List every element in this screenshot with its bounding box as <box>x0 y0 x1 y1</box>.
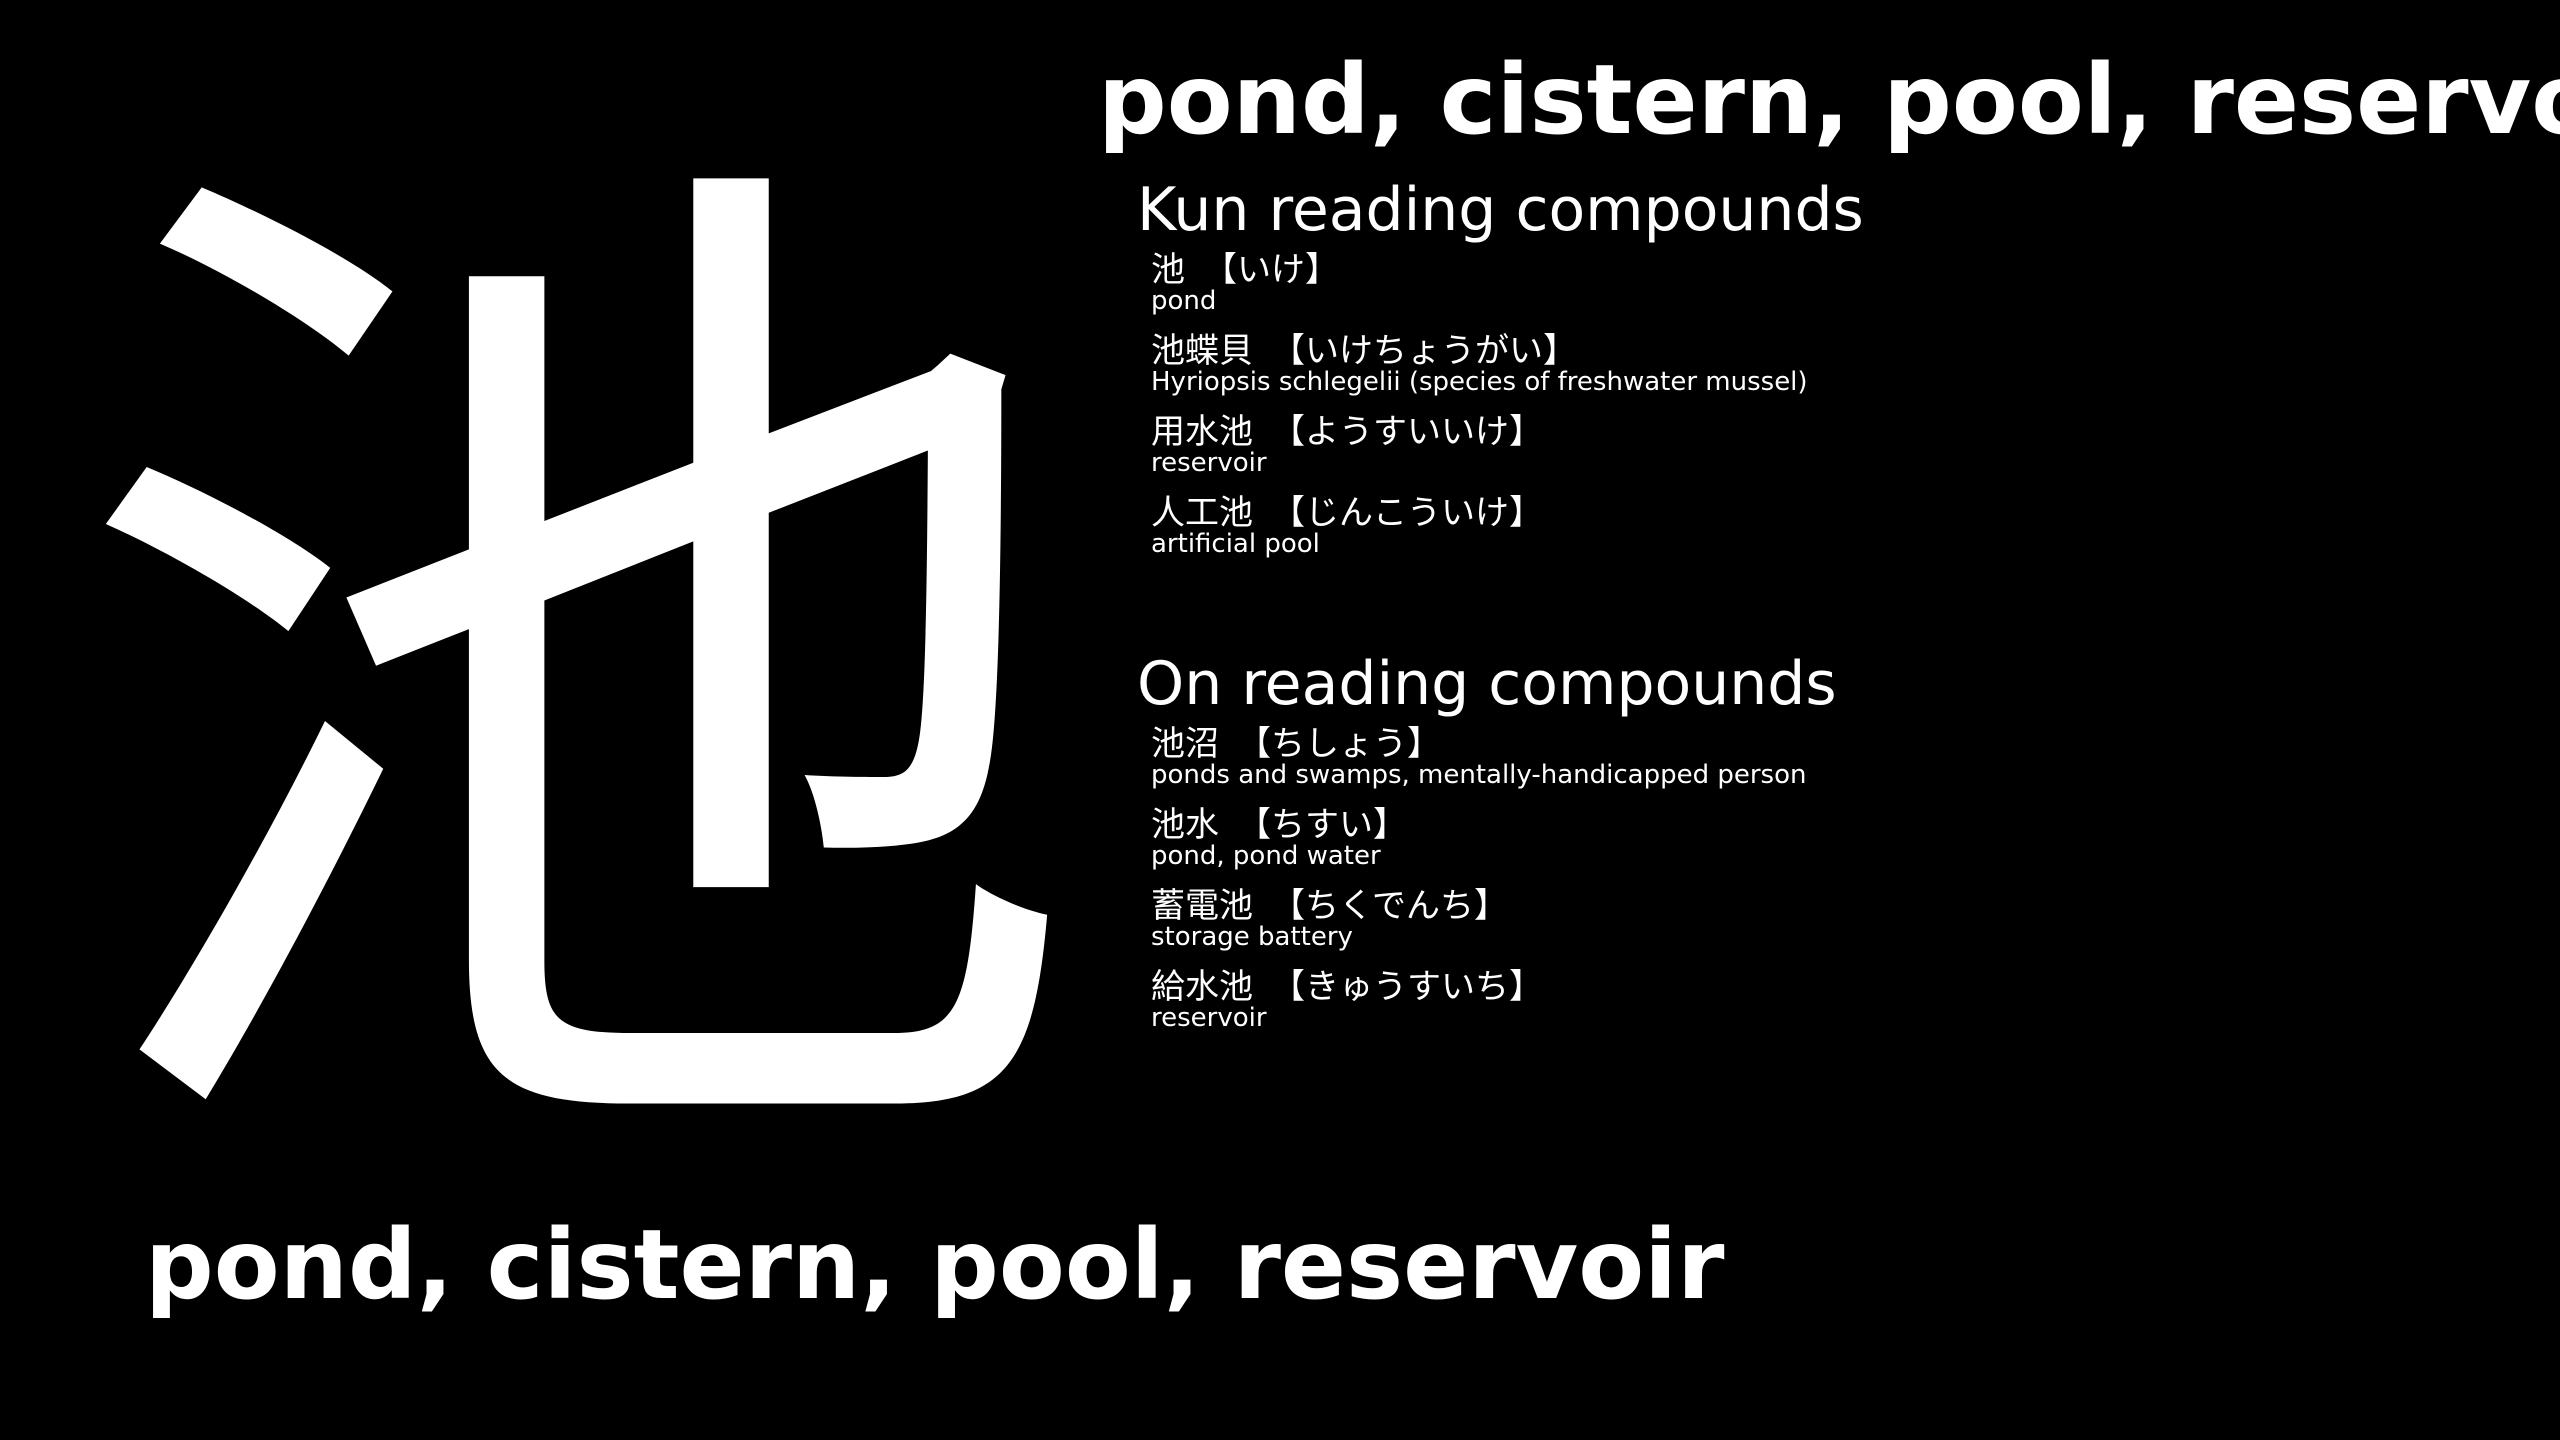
kanji-character: 池 <box>65 86 1085 1274</box>
compound-word: 池蝶貝 <box>1151 331 1253 371</box>
compound-reading: 【きゅうすいち】 <box>1271 967 1543 1007</box>
kun-compound-item: 人工池 【じんこういけ】 artificial pool <box>1151 491 1864 572</box>
compound-reading: 【ちしょう】 <box>1237 724 1441 764</box>
compound-reading: 【じんこういけ】 <box>1271 493 1543 533</box>
kun-reading-section: Kun reading compounds 池【いけ】 pond 池蝶貝 【いけち… <box>1137 172 1864 572</box>
compound-word: 給水池 <box>1151 967 1253 1007</box>
kun-compound-item: 用水池 【ようすいいけ】 reservoir <box>1151 410 1864 491</box>
on-reading-section: On reading compounds 池沼 【ちしょう】 ponds and … <box>1137 646 1837 1046</box>
compound-definition: pond, pond water <box>1151 841 1381 871</box>
on-compound-item: 蓄電池 【ちくでんち】 storage battery <box>1151 884 1837 965</box>
compound-word: 池 <box>1151 250 1185 290</box>
compound-word: 用水池 <box>1151 412 1253 452</box>
compound-reading: 【いけちょうがい】 <box>1271 331 1577 371</box>
meaning-title: pond, cistern, pool, reservoir <box>1098 44 2560 156</box>
on-compound-item: 池沼 【ちしょう】 ponds and swamps, mentally-hand… <box>1151 722 1837 803</box>
compound-word: 池沼 <box>1151 724 1219 764</box>
compound-word: 人工池 <box>1151 493 1253 533</box>
compound-reading: 【ようすいいけ】 <box>1271 412 1543 452</box>
kun-reading-heading: Kun reading compounds <box>1137 175 1864 245</box>
compound-reading: 【ちくでんち】 <box>1271 886 1508 926</box>
compound-word: 蓄電池 <box>1151 886 1253 926</box>
on-compound-item: 池水 【ちすい】 pond, pond water <box>1151 803 1837 884</box>
compound-reading: 【ちすい】 <box>1237 805 1407 845</box>
compound-definition: ponds and swamps, mentally-handicapped p… <box>1151 760 1807 790</box>
compound-word: 池水 <box>1151 805 1219 845</box>
kun-compound-item: 池蝶貝 【いけちょうがい】 Hyriopsis schlegelii (speci… <box>1151 329 1864 410</box>
on-reading-heading: On reading compounds <box>1137 649 1837 719</box>
on-compound-item: 給水池 【きゅうすいち】 reservoir <box>1151 965 1837 1046</box>
meaning-caption: pond, cistern, pool, reservoir <box>145 1209 1725 1321</box>
kun-compound-item: 池【いけ】 pond <box>1151 248 1864 329</box>
compound-reading: 【いけ】 <box>1203 250 1339 290</box>
compound-definition: Hyriopsis schlegelii (species of freshwa… <box>1151 367 1808 397</box>
